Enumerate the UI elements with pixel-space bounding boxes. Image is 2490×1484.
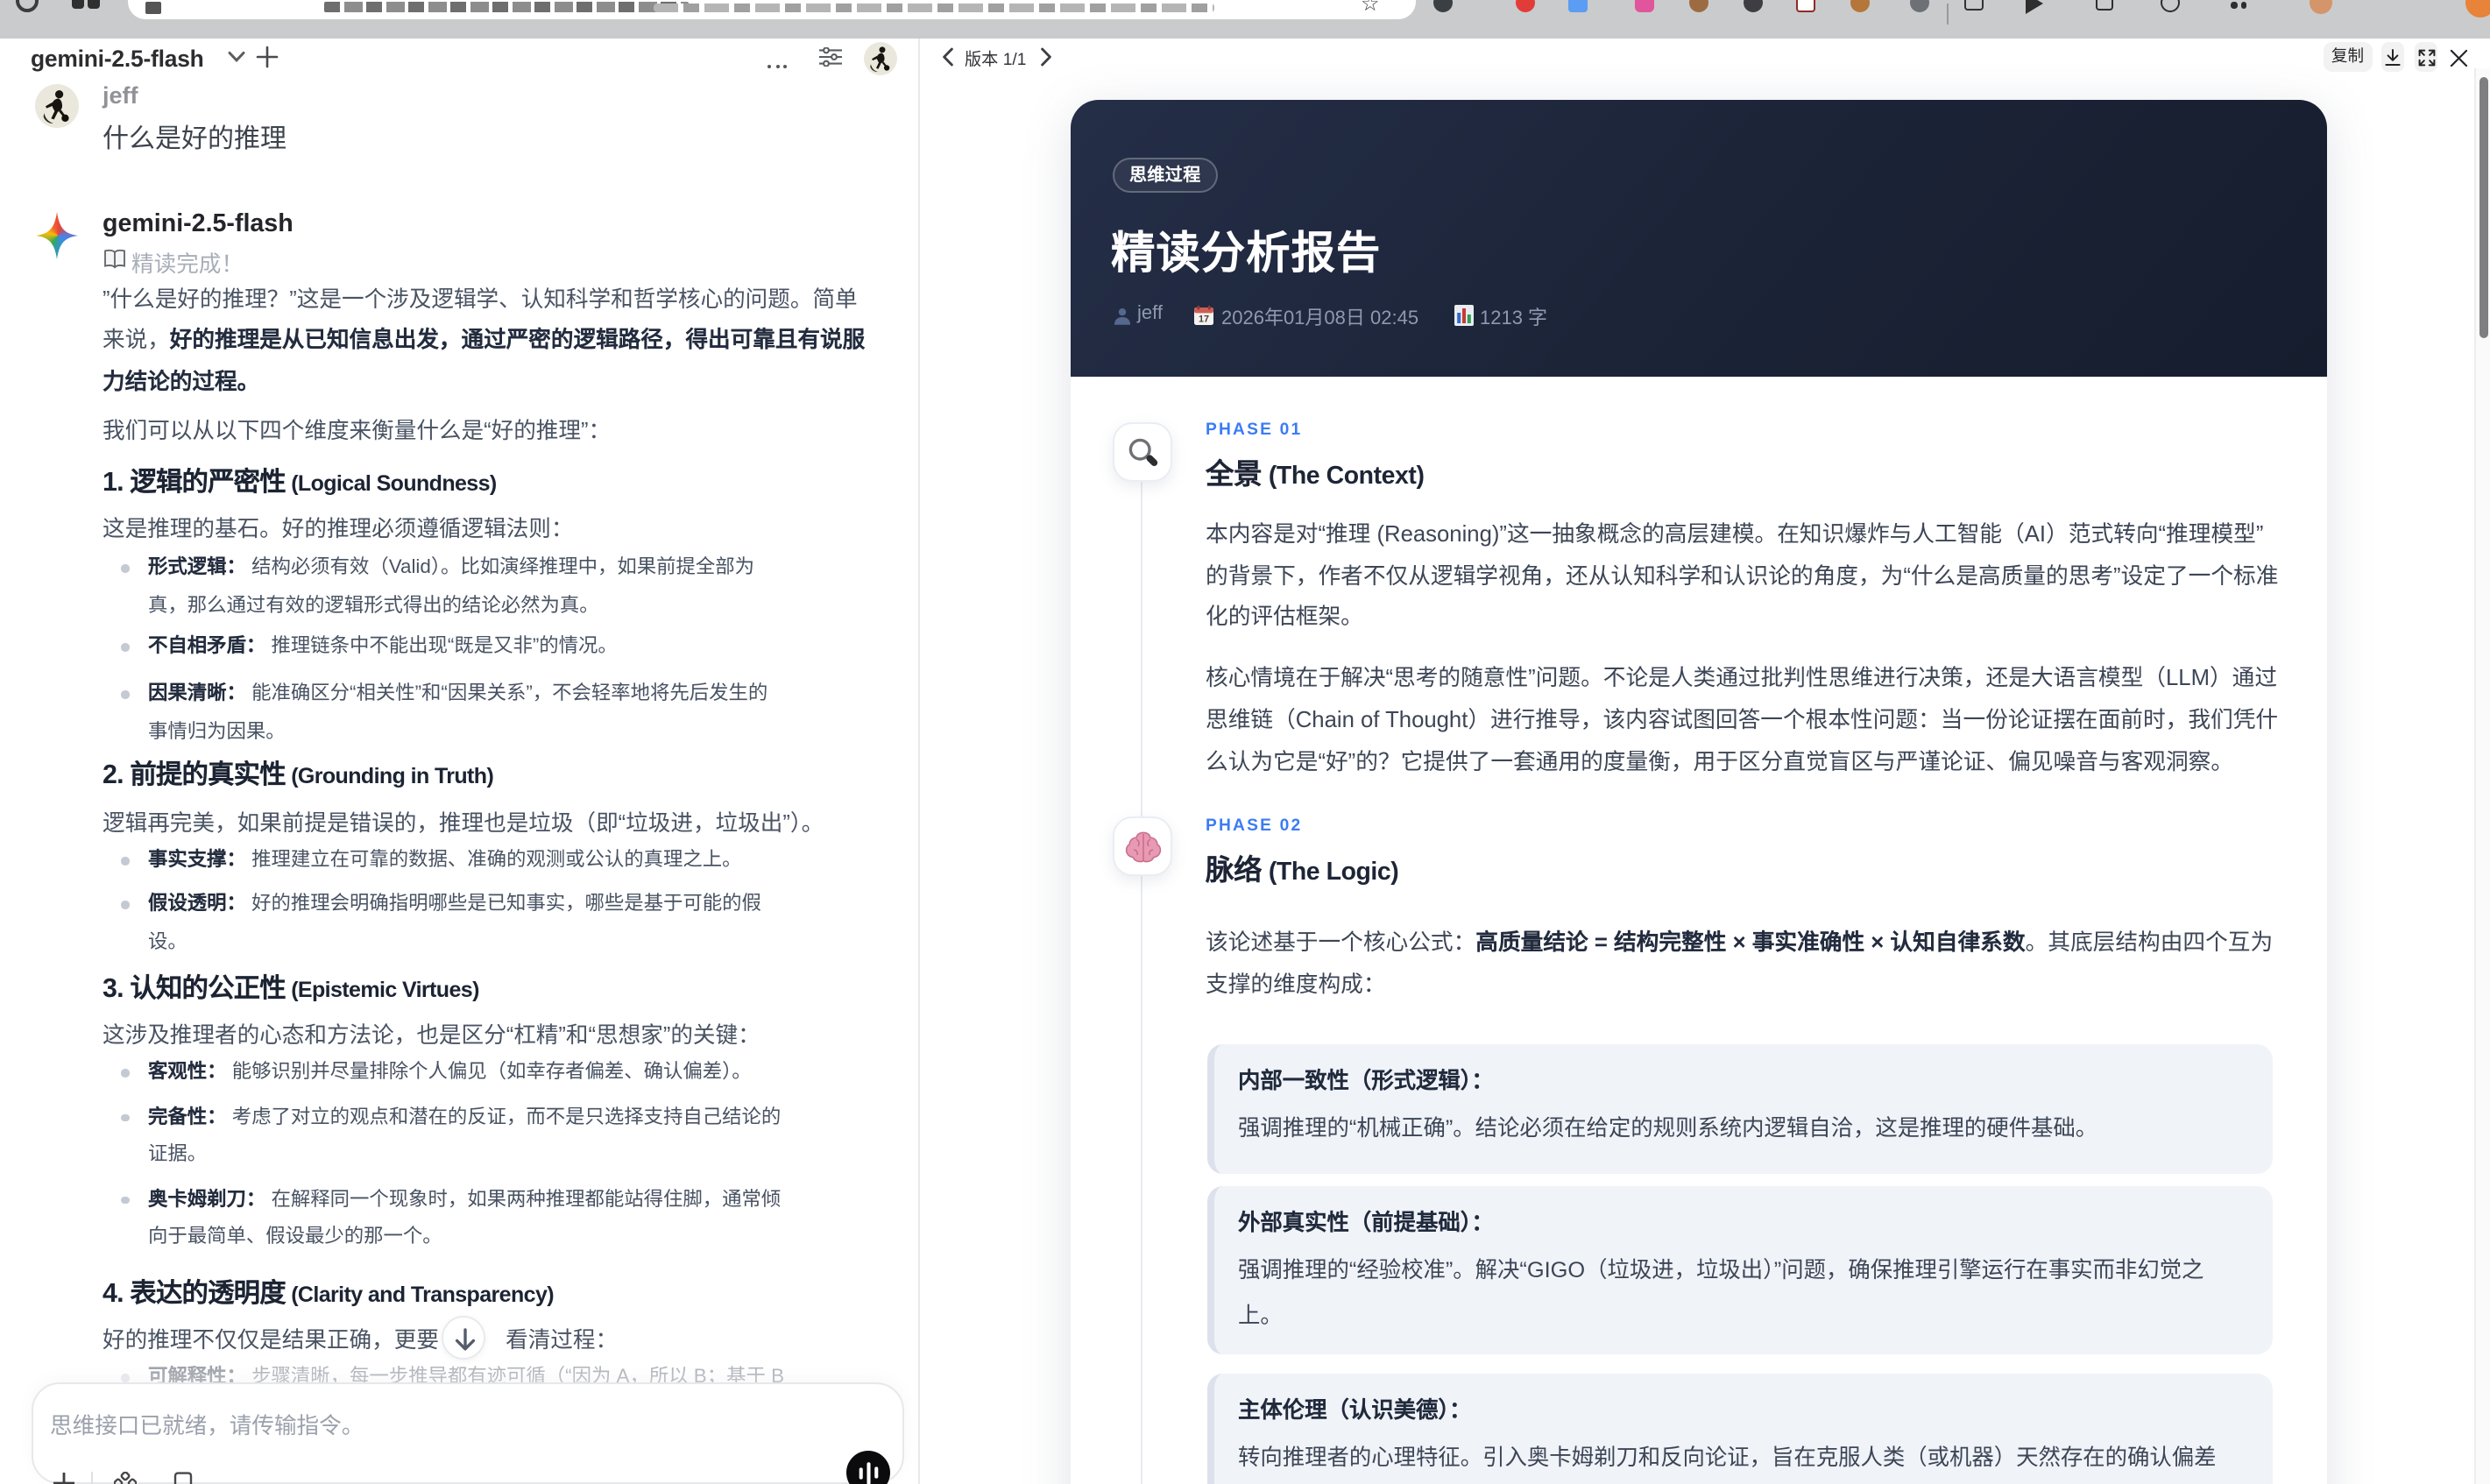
svg-text:17: 17 [1198, 314, 1208, 325]
